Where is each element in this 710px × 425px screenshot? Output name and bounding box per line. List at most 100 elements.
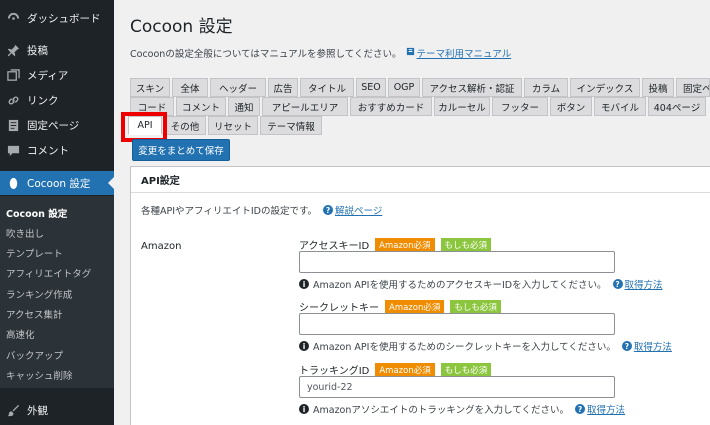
- tab-general[interactable]: 全体: [172, 78, 208, 97]
- manual-link[interactable]: テーマ利用マニュアル: [417, 46, 512, 60]
- intro-message: Cocoonの設定全般についてはマニュアルを参照してください。: [130, 49, 402, 60]
- submenu-item-speech-balloon[interactable]: 吹き出し: [6, 226, 44, 240]
- sidebar-item-label: 固定ページ: [27, 119, 80, 132]
- tracking-id-input[interactable]: yourid-22: [299, 376, 615, 398]
- page-title: Cocoon 設定: [130, 17, 233, 37]
- submenu-item-cache-clear[interactable]: キャッシュ削除: [6, 368, 73, 382]
- help-icon: ?: [612, 279, 623, 289]
- access-key-input[interactable]: [299, 251, 615, 273]
- tab-mobile[interactable]: モバイル: [594, 97, 646, 116]
- tab-appeal-area[interactable]: アピールエリア: [262, 97, 348, 116]
- submenu-item-cocoon-settings[interactable]: Cocoon 設定: [6, 206, 67, 220]
- tab-carousel[interactable]: カルーセル: [434, 97, 490, 116]
- tab-header[interactable]: ヘッダー: [210, 78, 266, 97]
- how-to-get-link[interactable]: 取得方法: [634, 339, 672, 353]
- tab-comment[interactable]: コメント: [176, 97, 226, 116]
- cocoon-icon: [6, 176, 20, 190]
- sidebar-item-label: 外観: [27, 404, 48, 417]
- sidebar-item-label: 投稿: [27, 44, 48, 57]
- tracking-id-label: トラッキングID Amazon必須 もしも必須: [299, 362, 492, 377]
- intro-text: Cocoonの設定全般についてはマニュアルを参照してください。 テーマ利用マニュ…: [130, 46, 511, 60]
- field-label-text: アクセスキーID: [299, 241, 370, 252]
- explanation-link[interactable]: 解説ページ: [335, 203, 382, 217]
- tab-page[interactable]: 固定ペ: [676, 78, 710, 97]
- sidebar-item-cocoon-settings[interactable]: Cocoon 設定: [0, 171, 114, 195]
- tab-button[interactable]: ボタン: [550, 97, 592, 116]
- tab-skin[interactable]: スキン: [130, 78, 170, 97]
- link-icon: [6, 93, 20, 107]
- tab-theme-info[interactable]: テーマ情報: [260, 116, 322, 135]
- how-to-get-link[interactable]: 取得方法: [587, 402, 625, 416]
- field-label-text: シークレットキー: [299, 303, 379, 314]
- submenu-item-ranking[interactable]: ランキング作成: [6, 287, 72, 301]
- tab-404[interactable]: 404ページ: [648, 97, 706, 116]
- tab-reset[interactable]: リセット: [208, 116, 258, 135]
- submenu-item-speedup[interactable]: 高速化: [6, 327, 35, 341]
- tab-column[interactable]: カラム: [524, 78, 568, 97]
- pin-icon: [6, 43, 20, 57]
- moshimo-required-badge: もしも必須: [450, 299, 501, 314]
- access-key-help: i Amazon APIを使用するためのアクセスキーIDを入力してください。 ?…: [299, 277, 663, 291]
- panel-title: API設定: [131, 167, 710, 193]
- sidebar-item-dashboard[interactable]: ダッシュボード: [0, 6, 114, 30]
- panel-description-text: 各種APIやアフィリエイトIDの設定です。: [141, 206, 318, 217]
- how-to-get-link[interactable]: 取得方法: [625, 277, 663, 291]
- comment-icon: [6, 143, 20, 157]
- dashboard-icon: [6, 11, 20, 25]
- api-settings-panel: API設定 各種APIやアフィリエイトIDの設定です。 ? 解説ページ Amaz…: [130, 166, 710, 425]
- access-key-label: アクセスキーID Amazon必須 もしも必須: [299, 237, 492, 252]
- submenu-item-template[interactable]: テンプレート: [6, 246, 63, 260]
- tab-footer[interactable]: フッター: [492, 97, 548, 116]
- info-icon: i: [299, 404, 309, 414]
- highlight-box: [121, 112, 167, 142]
- submenu-item-backup[interactable]: バックアップ: [6, 348, 63, 362]
- sidebar-item-comments[interactable]: コメント: [0, 138, 114, 162]
- admin-sidebar: ダッシュボード 投稿 メディア リンク 固定ページ コメント Cocoon 設定…: [0, 0, 114, 425]
- secret-key-label: シークレットキー Amazon必須 もしも必須: [299, 299, 501, 314]
- sidebar-item-appearance[interactable]: 外観: [0, 398, 114, 422]
- help-icon: ?: [621, 341, 632, 351]
- tab-other[interactable]: その他: [164, 116, 206, 135]
- amazon-required-badge: Amazon必須: [385, 299, 445, 314]
- moshimo-required-badge: もしも必須: [440, 237, 492, 252]
- help-text: Amazon APIを使用するためのシークレットキーを入力してください。: [313, 342, 616, 353]
- amazon-required-badge: Amazon必須: [375, 237, 435, 252]
- tab-post[interactable]: 投稿: [642, 78, 674, 97]
- book-icon: [406, 47, 415, 59]
- tab-ads[interactable]: 広告: [268, 78, 298, 97]
- info-icon: i: [299, 341, 309, 351]
- sidebar-item-label: コメント: [27, 144, 69, 157]
- amazon-section-label: Amazon: [141, 241, 182, 252]
- sidebar-item-label: Cocoon 設定: [27, 177, 91, 190]
- submenu-item-access-stats[interactable]: アクセス集計: [6, 307, 63, 321]
- submenu-item-affiliate-tag[interactable]: アフィリエイトタグ: [6, 266, 91, 280]
- sidebar-item-posts[interactable]: 投稿: [0, 38, 114, 62]
- tab-index[interactable]: インデックス: [570, 78, 640, 97]
- tab-analytics[interactable]: アクセス解析・認証: [422, 78, 522, 97]
- tab-seo[interactable]: SEO: [356, 78, 386, 97]
- main-content: Cocoon 設定 Cocoonの設定全般についてはマニュアルを参照してください…: [114, 0, 710, 425]
- sidebar-item-media[interactable]: メディア: [0, 63, 114, 87]
- page-icon: [6, 118, 20, 132]
- tab-title[interactable]: タイトル: [300, 78, 354, 97]
- sidebar-item-label: メディア: [27, 69, 69, 82]
- secret-key-input[interactable]: [299, 313, 615, 335]
- appearance-icon: [6, 403, 20, 417]
- tab-notice[interactable]: 通知: [228, 97, 260, 116]
- tracking-id-help: i Amazonアソシエイトのトラッキングを入力してください。 ? 取得方法: [299, 402, 625, 416]
- sidebar-item-label: リンク: [27, 94, 59, 107]
- help-text: Amazon APIを使用するためのアクセスキーIDを入力してください。: [313, 280, 607, 291]
- help-text: Amazonアソシエイトのトラッキングを入力してください。: [313, 405, 570, 416]
- sidebar-item-links[interactable]: リンク: [0, 88, 114, 112]
- info-icon: i: [299, 279, 309, 289]
- moshimo-required-badge: もしも必須: [440, 362, 492, 377]
- cocoon-submenu: Cocoon 設定 吹き出し テンプレート アフィリエイトタグ ランキング作成 …: [0, 196, 114, 388]
- secret-key-help: i Amazon APIを使用するためのシークレットキーを入力してください。 ?…: [299, 339, 672, 353]
- media-icon: [6, 68, 20, 82]
- sidebar-item-label: ダッシュボード: [27, 12, 101, 25]
- help-icon: ?: [323, 205, 334, 215]
- tab-ogp[interactable]: OGP: [388, 78, 420, 97]
- save-all-button[interactable]: 変更をまとめて保存: [132, 139, 230, 161]
- sidebar-item-pages[interactable]: 固定ページ: [0, 113, 114, 137]
- tab-recommended-cards[interactable]: おすすめカード: [350, 97, 432, 116]
